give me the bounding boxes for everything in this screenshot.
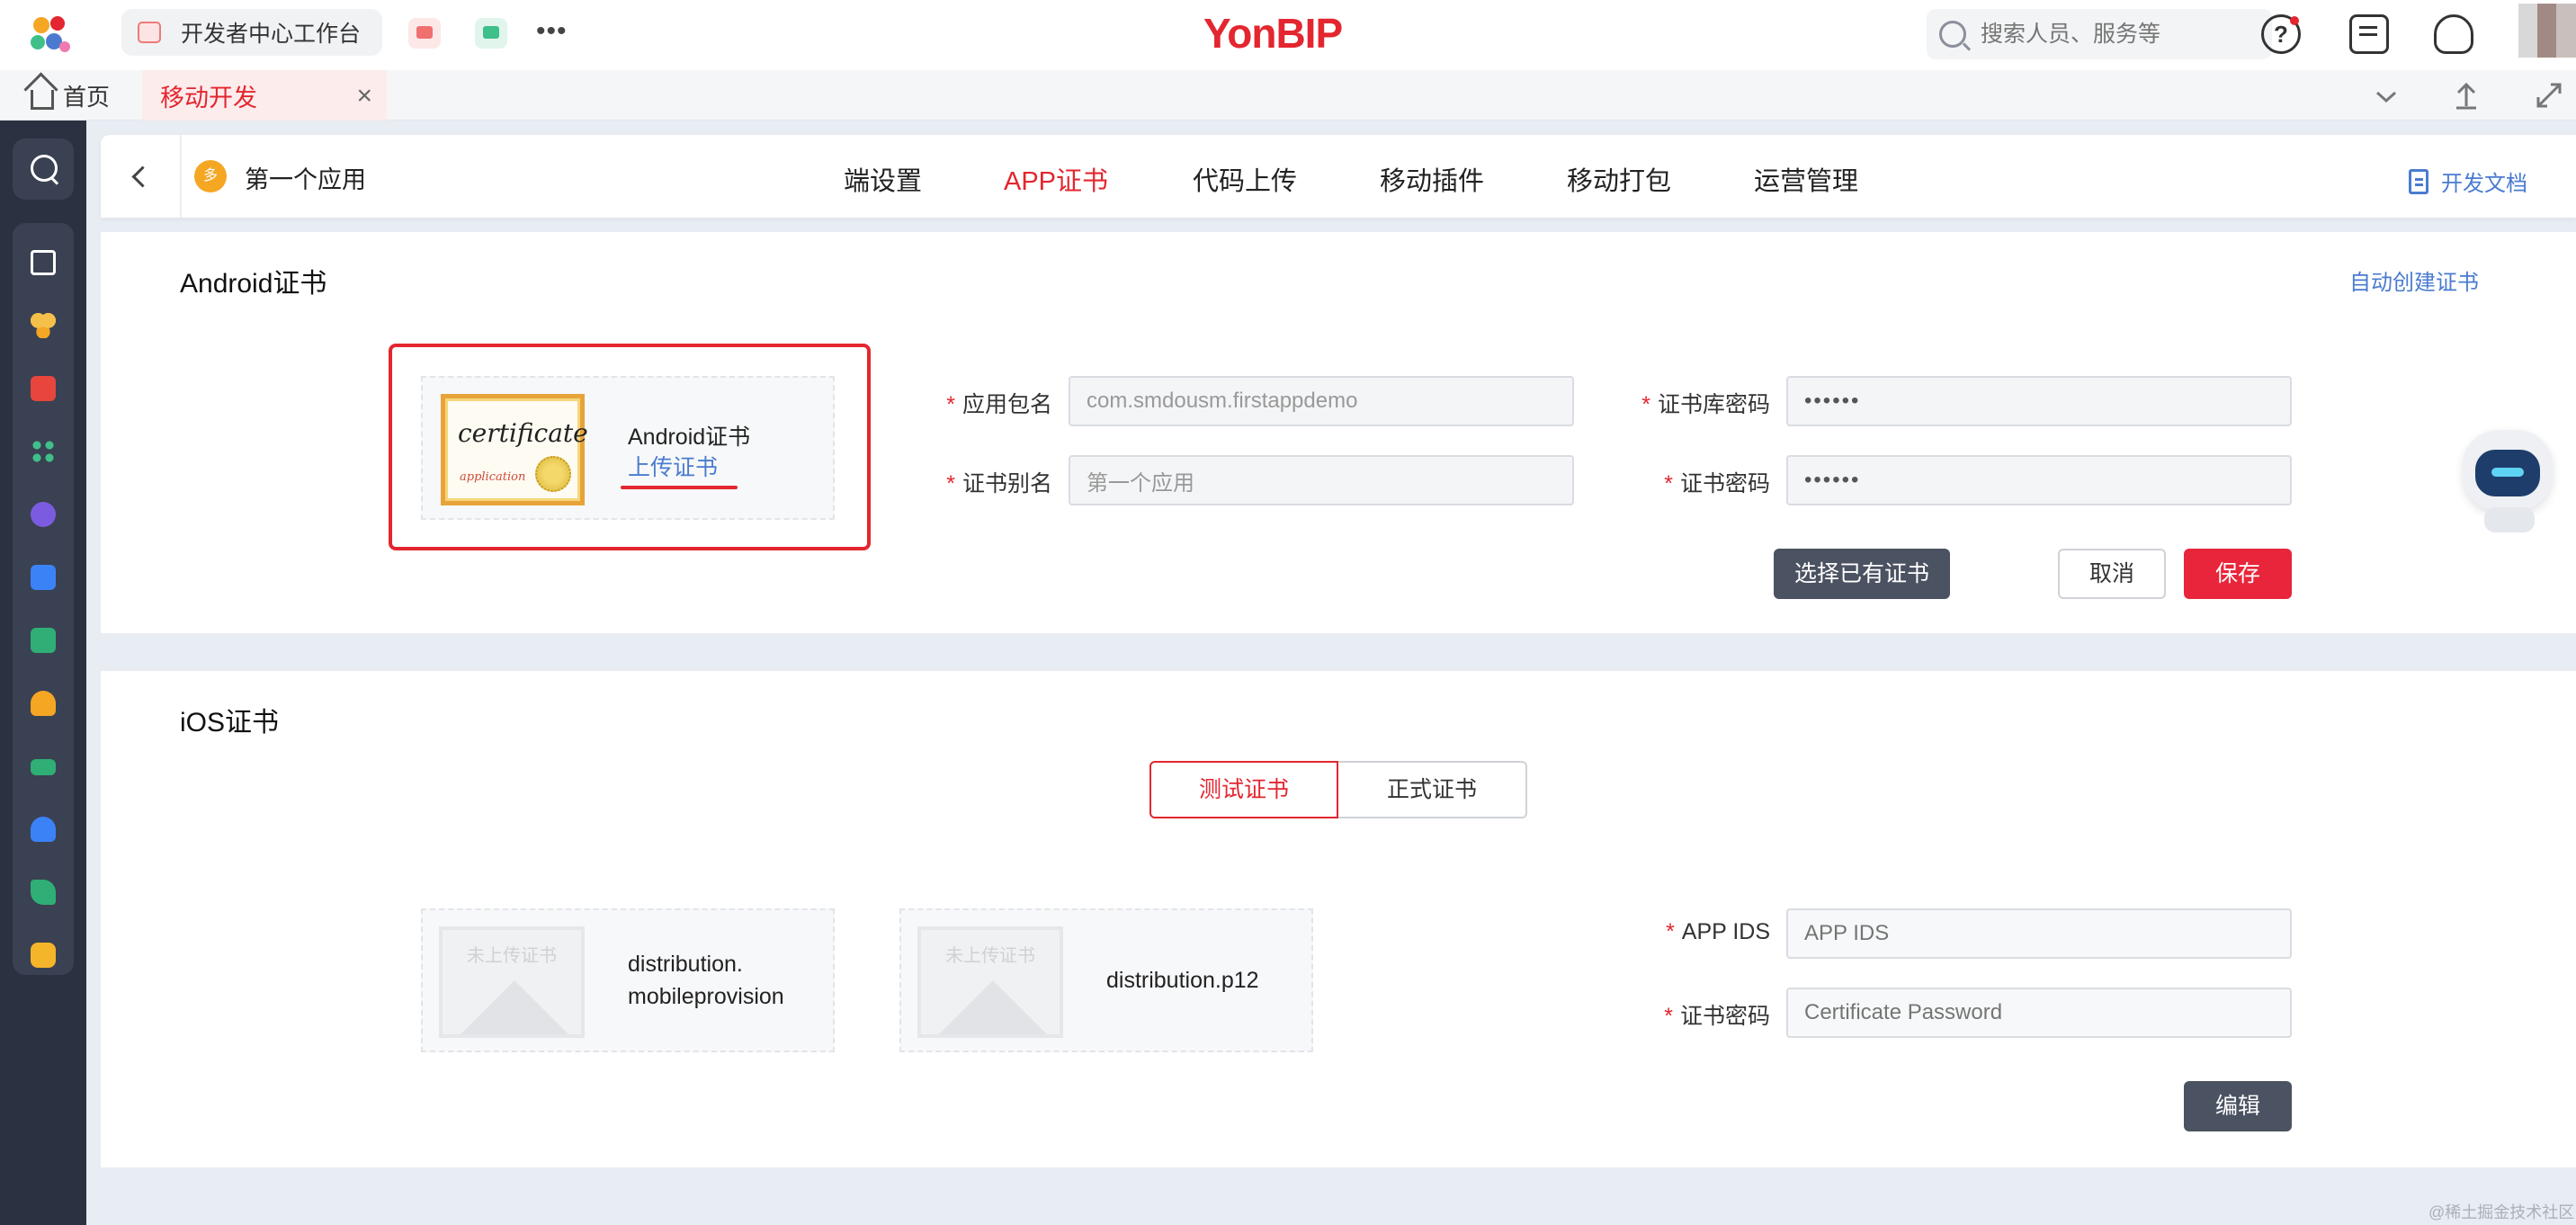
production-cert-tab[interactable]: 正式证书 — [1338, 761, 1527, 818]
search-input[interactable] — [1981, 22, 2250, 48]
assistant-robot-icon[interactable] — [2448, 430, 2567, 532]
app-badge-icon: 多 — [194, 160, 227, 192]
workspace-tab[interactable]: 开发者中心工作台 — [121, 9, 382, 56]
global-search[interactable] — [1927, 9, 2272, 59]
app-name: 第一个应用 — [245, 160, 366, 195]
cancel-button[interactable]: 取消 — [2058, 549, 2166, 599]
rail-search-icon[interactable] — [13, 139, 74, 200]
close-tab-icon[interactable]: × — [356, 81, 372, 112]
red-grid-icon[interactable] — [31, 376, 56, 401]
app-launcher-icon[interactable] — [27, 13, 72, 58]
tab-mobile-packaging[interactable]: 移动打包 — [1567, 160, 1671, 198]
search-icon — [1939, 21, 1966, 48]
ios-section-title: iOS证书 — [180, 700, 279, 739]
mobileprovision-tile[interactable]: 未上传证书 distribution. mobileprovision — [421, 908, 835, 1052]
app-ids-input[interactable] — [1786, 908, 2292, 959]
keystore-password-label: *证书库密码 — [1637, 387, 1770, 419]
p12-tile[interactable]: 未上传证书 distribution.p12 — [899, 908, 1313, 1052]
app-ids-label: *APP IDS — [1639, 919, 1770, 945]
favorites-folder-icon[interactable] — [31, 250, 56, 275]
cert-alias-label: *证书别名 — [946, 466, 1052, 498]
tab-operations[interactable]: 运营管理 — [1754, 160, 1858, 198]
user-yellow-icon[interactable] — [31, 691, 56, 716]
edit-button[interactable]: 编辑 — [2184, 1081, 2292, 1131]
highlight-frame — [389, 344, 871, 550]
android-section-title: Android证书 — [180, 261, 326, 300]
fullscreen-icon[interactable] — [2535, 81, 2563, 110]
back-button[interactable] — [101, 135, 182, 218]
cert-type-toggle: 测试证书 正式证书 — [1149, 761, 1527, 818]
mobileprovision-label-line2: mobileprovision — [628, 984, 784, 1010]
rail-app-panel — [13, 223, 74, 975]
more-apps-icon[interactable]: ••• — [536, 16, 568, 47]
cert-alias-input[interactable] — [1069, 455, 1574, 505]
app-cluster-icon[interactable] — [31, 313, 56, 338]
mobileprovision-label-line1: distribution. — [628, 952, 743, 978]
notification-dot — [2290, 16, 2299, 25]
left-rail — [0, 121, 86, 1225]
red-app-icon[interactable] — [408, 18, 441, 49]
app-header: 多 第一个应用 端设置 APP证书 代码上传 移动插件 移动打包 运营管理 开发… — [101, 135, 2576, 218]
save-button[interactable]: 保存 — [2184, 549, 2292, 599]
tab-home[interactable]: 首页 — [31, 79, 110, 112]
tab-mobile-dev[interactable]: 移动开发 × — [142, 70, 387, 121]
home-icon — [31, 90, 54, 110]
document-icon — [2409, 169, 2428, 194]
top-bar: 开发者中心工作台 ••• YonBIP ? — [0, 0, 2576, 70]
cert-password-label: *证书密码 — [1637, 466, 1770, 498]
yellow-star-icon[interactable] — [31, 943, 56, 968]
keystore-password-input[interactable] — [1786, 376, 2292, 426]
message-icon[interactable] — [2349, 14, 2389, 54]
workspace-tab-label: 开发者中心工作台 — [181, 16, 361, 49]
tab-mobile-plugins[interactable]: 移动插件 — [1380, 160, 1484, 198]
ios-cert-password-input[interactable] — [1786, 988, 2292, 1038]
blue-doc-icon[interactable] — [31, 565, 56, 590]
brand-logo: YonBIP — [1203, 9, 1342, 58]
purple-task-icon[interactable] — [31, 502, 56, 527]
test-cert-tab[interactable]: 测试证书 — [1149, 761, 1338, 818]
user-blue-icon[interactable] — [31, 817, 56, 842]
workspace-icon — [138, 22, 161, 43]
p12-label: distribution.p12 — [1106, 968, 1259, 994]
package-name-input[interactable] — [1069, 376, 1574, 426]
android-cert-section: Android证书 自动创建证书 certificate application… — [101, 232, 2576, 633]
upload-icon[interactable] — [2454, 81, 2479, 110]
ios-cert-section: iOS证书 测试证书 正式证书 未上传证书 distribution. mobi… — [101, 671, 2576, 1167]
cert-password-input[interactable] — [1786, 455, 2292, 505]
green-server-icon[interactable] — [31, 628, 56, 653]
auto-create-cert-link[interactable]: 自动创建证书 — [2349, 264, 2479, 296]
placeholder-image-icon: 未上传证书 — [439, 926, 585, 1038]
tab-code-upload[interactable]: 代码上传 — [1193, 160, 1297, 198]
chevron-down-icon[interactable] — [2375, 88, 2398, 106]
user-avatar[interactable] — [2518, 4, 2576, 58]
placeholder-image-icon: 未上传证书 — [917, 926, 1063, 1038]
education-icon[interactable] — [31, 759, 56, 775]
dev-docs-link[interactable]: 开发文档 — [2409, 165, 2527, 197]
green-grid-icon[interactable] — [31, 439, 56, 464]
tab-mobile-dev-label: 移动开发 — [160, 78, 257, 113]
watermark: @稀土掘金技术社区 — [2428, 1200, 2574, 1223]
choose-existing-cert-button[interactable]: 选择已有证书 — [1774, 549, 1950, 599]
highlight-underline — [621, 486, 738, 489]
headset-support-icon[interactable] — [2434, 14, 2473, 54]
green-plugin-icon[interactable] — [31, 880, 56, 905]
tab-app-certificate[interactable]: APP证书 — [1004, 160, 1108, 198]
package-name-label: *应用包名 — [946, 387, 1052, 419]
tab-platform-settings[interactable]: 端设置 — [844, 160, 922, 198]
dev-docs-label: 开发文档 — [2441, 165, 2527, 197]
tab-strip: 首页 移动开发 × — [0, 70, 2576, 121]
green-app-icon[interactable] — [475, 18, 507, 49]
ios-cert-password-label: *证书密码 — [1639, 998, 1770, 1031]
tab-home-label: 首页 — [63, 79, 110, 112]
